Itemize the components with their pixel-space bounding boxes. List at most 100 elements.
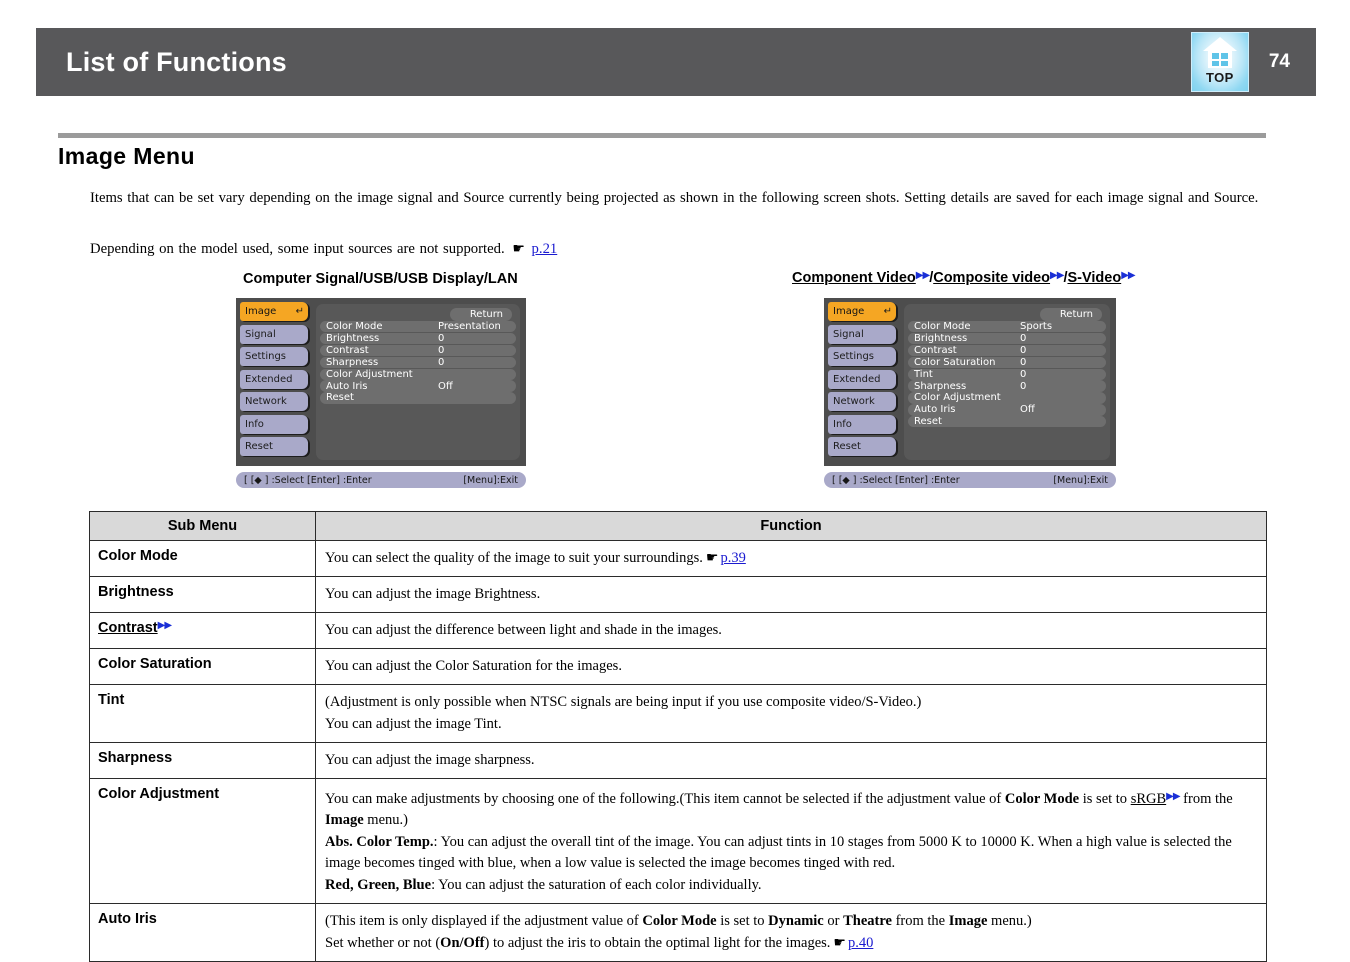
osd-left-row[interactable]: Sharpness 0 [320, 356, 516, 368]
osd-row-value: 0 [438, 344, 445, 356]
sharpness-text: You can adjust the image sharpness. [325, 752, 535, 768]
osd-row-value: 0 [438, 356, 445, 368]
osd-left-row[interactable]: Auto Iris Off [320, 380, 516, 392]
osd-right-row[interactable]: Tint 0 [908, 368, 1106, 380]
osd-row-name: Color Saturation [914, 356, 996, 368]
ca-p3text: : You can adjust the saturation of each … [431, 877, 762, 893]
osd-row-name: Color Adjustment [914, 392, 1001, 404]
page-link-p39[interactable]: p.39 [720, 550, 745, 566]
osd-row-name: Sharpness [326, 356, 379, 368]
osd-left-status-right: [Menu]:Exit [463, 474, 518, 486]
osd-row-name: Auto Iris [914, 404, 956, 416]
osd-row-value: 0 [438, 333, 445, 345]
contrast-label: Contrast [98, 620, 158, 636]
osd-right-caption: Component Video▶▶/Composite video▶▶/S-Vi… [792, 270, 1136, 286]
osd-right-row[interactable]: Sharpness 0 [908, 380, 1106, 392]
pointing-hand-icon: ☛ [833, 936, 846, 951]
osd-left-return-button[interactable]: Return [449, 308, 512, 321]
osd-left-tab-info-label: Info [245, 418, 264, 430]
osd-left-row[interactable]: Brightness 0 [320, 332, 516, 345]
osd-right-row[interactable]: Auto Iris Off [908, 404, 1106, 416]
color-saturation-text: You can adjust the Color Saturation for … [325, 658, 622, 674]
osd-left-row[interactable]: Color Mode Presentation [320, 321, 516, 333]
osd-left-tab-info[interactable]: Info [240, 414, 308, 434]
osd-row-value: Off [1020, 404, 1035, 416]
osd-left-tab-signal[interactable]: Signal [240, 324, 308, 344]
osd-right-tab-extended[interactable]: Extended [828, 369, 896, 389]
osd-right-return-button[interactable]: Return [1039, 308, 1102, 321]
osd-right-tab-reset[interactable]: Reset [828, 437, 896, 456]
row-name-brightness: Brightness [89, 576, 316, 613]
color-mode-text: You can select the quality of the image … [325, 550, 703, 566]
glossary-icon[interactable]: ▶▶ [1121, 270, 1135, 281]
osd-left-tab-network[interactable]: Network [240, 392, 308, 411]
osd-right-tab-signal-label: Signal [833, 328, 864, 340]
osd-left-tab-settings[interactable]: Settings [240, 347, 308, 366]
page-link-p40[interactable]: p.40 [848, 935, 873, 951]
row-desc-tint: (Adjustment is only possible when NTSC s… [315, 684, 1267, 743]
osd-left-row[interactable]: Contrast 0 [320, 344, 516, 357]
osd-right-row[interactable]: Color Adjustment [908, 392, 1106, 404]
osd-left-tab-extended[interactable]: Extended [240, 369, 308, 389]
osd-row-name: Brightness [914, 333, 968, 345]
osd-right-tab-info[interactable]: Info [828, 414, 896, 434]
tint-line2: You can adjust the image Tint. [325, 716, 502, 732]
osd-right-row[interactable]: Color Mode Sports [908, 321, 1106, 333]
osd-left-tab-image[interactable]: Image ↵ [240, 302, 308, 321]
page-title: List of Functions [66, 46, 287, 77]
osd-row-name: Contrast [326, 344, 369, 356]
osd-left-tab-reset-label: Reset [245, 441, 273, 452]
ca-bold-rgb: Red, Green, Blue [325, 877, 432, 893]
glossary-icon[interactable]: ▶▶ [158, 620, 172, 631]
osd-right-status-right: [Menu]:Exit [1053, 474, 1108, 486]
osd-row-name: Color Mode [914, 321, 971, 333]
osd-left-status-left: [ [◆ ] :Select [Enter] :Enter [244, 474, 372, 486]
osd-left-caption: Computer Signal/USB/USB Display/LAN [243, 271, 518, 287]
table-row: Brightness You can adjust the image Brig… [89, 576, 1267, 613]
page-header-bar: List of Functions TOP 74 [36, 28, 1316, 96]
ca-p2text: : You can adjust the overall tint of the… [325, 834, 1232, 871]
glossary-icon[interactable]: ▶▶ [1050, 270, 1064, 281]
column-header-sub-menu: Sub Menu [89, 511, 316, 541]
row-name-contrast: Contrast▶▶ [89, 612, 316, 649]
osd-right-tab-image-label: Image [833, 306, 865, 317]
support-paragraph-text: Depending on the model used, some input … [90, 241, 505, 257]
osd-right-tab-reset-label: Reset [833, 441, 861, 452]
row-name-color-adjustment: Color Adjustment [89, 778, 316, 904]
glossary-icon[interactable]: ▶▶ [916, 270, 930, 281]
osd-right-tab-network[interactable]: Network [828, 392, 896, 411]
top-home-icon[interactable]: TOP [1190, 32, 1249, 92]
osd-left-tab-signal-label: Signal [245, 328, 276, 340]
column-header-function: Function [315, 511, 1267, 541]
page-link-p21[interactable]: p.21 [532, 241, 558, 257]
osd-left-row[interactable]: Color Adjustment [320, 368, 516, 380]
osd-row-name: Brightness [326, 333, 380, 345]
enter-icon: ↵ [883, 305, 892, 317]
osd-right-tab-info-label: Info [833, 418, 852, 430]
osd-right-tab-image[interactable]: Image ↵ [828, 302, 896, 321]
osd-right-panel: Return Color Mode Sports Brightness 0 Cont… [904, 304, 1110, 460]
osd-row-name: Color Adjustment [326, 368, 413, 380]
glossary-icon[interactable]: ▶▶ [1166, 791, 1180, 802]
page-number: 74 [1268, 51, 1290, 72]
row-desc-color-mode: You can select the quality of the image … [315, 540, 1267, 577]
header-right-group: TOP 74 [1190, 32, 1290, 92]
support-paragraph: Depending on the model used, some input … [90, 239, 1268, 260]
osd-right-tab-signal[interactable]: Signal [828, 324, 896, 344]
osd-right-tab-settings[interactable]: Settings [828, 347, 896, 366]
table-row: Color Saturation You can adjust the Colo… [89, 648, 1267, 685]
osd-row-name: Contrast [914, 344, 957, 356]
osd-right-row[interactable]: Reset [908, 416, 1106, 428]
table-row: Tint (Adjustment is only possible when N… [89, 684, 1267, 743]
osd-left-row[interactable]: Reset [320, 392, 516, 404]
osd-right-row[interactable]: Contrast 0 [908, 344, 1106, 357]
house-windows-icon [1211, 53, 1228, 66]
tint-line1: (Adjustment is only possible when NTSC s… [325, 694, 922, 710]
function-table: Sub Menu Function Color Mode You can sel… [89, 511, 1267, 962]
table-header-row: Sub Menu Function [89, 511, 1267, 541]
osd-left-tab-reset[interactable]: Reset [240, 437, 308, 456]
ai-bold-image: Image [948, 913, 988, 929]
osd-right-row[interactable]: Color Saturation 0 [908, 356, 1106, 368]
table-row: Sharpness You can adjust the image sharp… [89, 742, 1267, 779]
osd-right-row[interactable]: Brightness 0 [908, 332, 1106, 345]
